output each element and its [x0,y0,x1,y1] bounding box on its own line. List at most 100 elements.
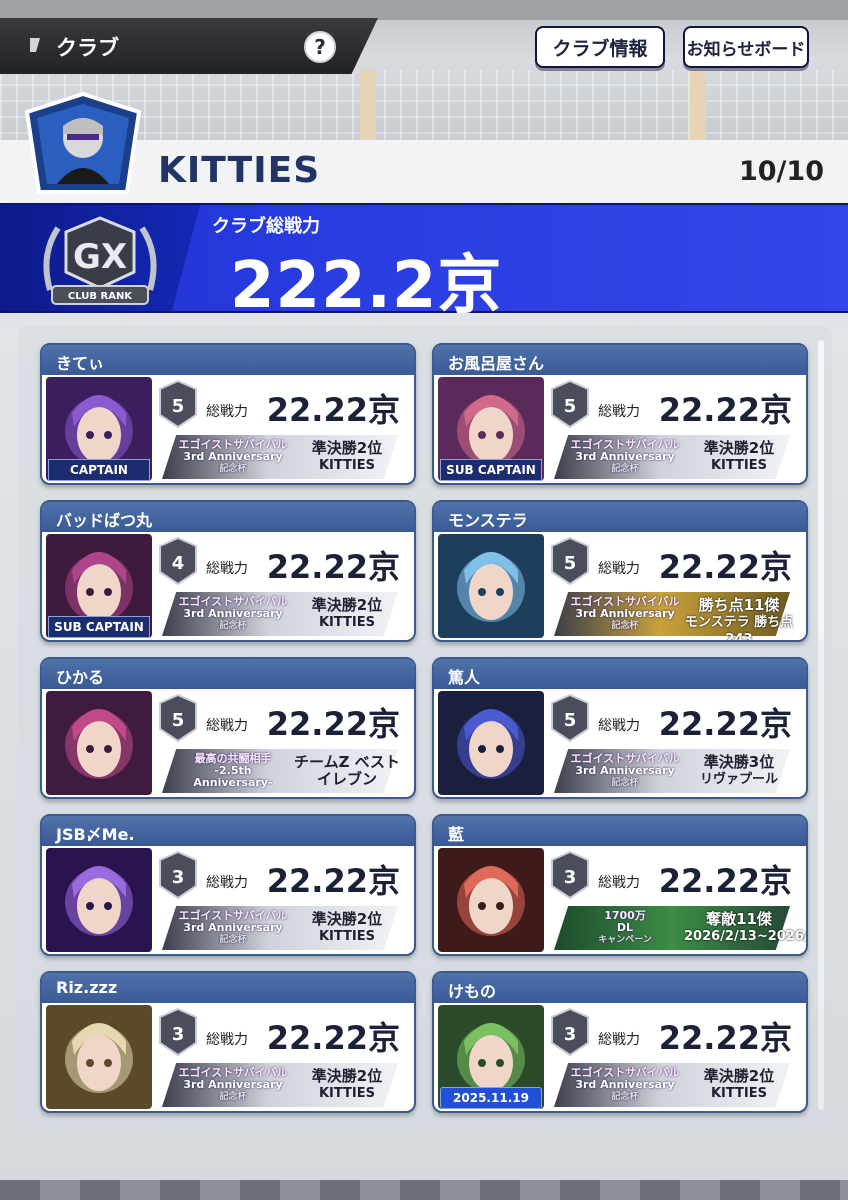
title-plate-result: 準決勝2位 KITTIES [292,1068,402,1106]
background-post [360,70,376,150]
team-rank-badge: 3 [550,1007,590,1057]
title-plate-result: 準決勝2位 KITTIES [684,440,794,478]
team-rank-badge: 5 [550,536,590,586]
member-avatar[interactable] [438,534,544,638]
scrollbar-thumb[interactable] [818,340,824,640]
title-result-line2: KITTIES [318,458,376,473]
member-name: お風呂屋さん [434,345,806,375]
team-rank-value: 5 [564,710,577,731]
team-rank-value: 5 [172,710,185,731]
member-name: ひかる [42,659,414,689]
member-avatar[interactable] [438,691,544,795]
title-event-line2: -2.5th Anniversary- [193,764,273,789]
title-event-line3: 記念杯 [611,778,639,788]
title-result-line2: リヴァプール [699,772,778,787]
member-card[interactable]: 藍 3 総戦力 22.22京 1700万 DL キャンペーン 奪敵11傑 202… [432,814,808,956]
background-beam [0,0,848,20]
member-power-label: 総戦力 [598,561,640,577]
member-card[interactable]: モンステラ 5 総戦力 22.22京 エゴイストサバイバル 3rd Annive… [432,500,808,642]
team-rank-value: 3 [564,1024,577,1045]
title-result-line2: モンステラ 勝ち点243 [684,615,794,642]
title-plate-event: エゴイストサバイバル 3rd Anniversary 記念杯 [570,753,680,791]
title-plate-result: 準決勝2位 KITTIES [292,911,402,949]
team-rank-badge: 3 [158,1007,198,1057]
team-rank-value: 3 [172,1024,185,1045]
title-event-line3: 記念杯 [611,464,639,474]
member-avatar[interactable] [438,848,544,952]
club-name: KITTIES [158,150,321,191]
club-rank-badge: GX CLUB RANK [30,210,170,310]
member-power-value: 22.22京 [266,391,400,429]
title-plate-result: 準決勝2位 KITTIES [292,440,402,478]
title-result-line1: 奪敵11傑 [706,910,772,928]
team-rank-value: 5 [564,396,577,417]
background-post [690,70,706,150]
title-plate-event: エゴイストサバイバル 3rd Anniversary 記念杯 [178,439,288,477]
team-rank-badge: 5 [550,693,590,743]
team-rank-value: 3 [564,867,577,888]
team-rank-badge: 5 [550,379,590,429]
member-role-badge: SUB CAPTAIN [48,616,150,638]
member-avatar[interactable] [46,1005,152,1109]
member-power-label: 総戦力 [206,404,248,420]
title-result-line2: KITTIES [710,1086,768,1101]
title-event-line2: 3rd Anniversary [575,764,675,777]
member-card[interactable]: ひかる 5 総戦力 22.22京 最高の共闘相手 -2.5th Annivers… [40,657,416,799]
title-result-line2: KITTIES [318,929,376,944]
page-title: クラブ [56,32,119,62]
title-plate-event: エゴイストサバイバル 3rd Anniversary 記念杯 [178,910,288,948]
bottom-strip [0,1180,848,1200]
title-plate-event: エゴイストサバイバル 3rd Anniversary 記念杯 [570,596,680,634]
rank-badge-caption: CLUB RANK [68,291,133,302]
title-plate-result: 準決勝3位 リヴァプール [684,754,794,792]
team-rank-badge: 3 [550,850,590,900]
member-power-label: 総戦力 [598,718,640,734]
title-event-line2: 3rd Anniversary [183,1078,283,1091]
title-plate-result: 準決勝2位 KITTIES [684,1068,794,1106]
member-card[interactable]: けもの 2025.11.19 3 総戦力 22.22京 エゴイストサバイバル 3… [432,971,808,1113]
title-result-line1: 勝ち点11傑 [698,596,780,614]
title-event-line3: 記念杯 [219,621,247,631]
title-event-line2: 3rd Anniversary [575,607,675,620]
title-result-line1: チームZ ベストイレブン [294,753,400,788]
member-card[interactable]: お風呂屋さん SUB CAPTAIN 5 総戦力 22.22京 エゴイストサバイ… [432,343,808,485]
team-rank-value: 3 [172,867,185,888]
member-power-value: 22.22京 [658,391,792,429]
member-power-value: 22.22京 [658,548,792,586]
title-event-line3: 記念杯 [219,935,247,945]
title-event-line2: 3rd Anniversary [575,450,675,463]
title-plate-event: エゴイストサバイバル 3rd Anniversary 記念杯 [178,596,288,634]
team-rank-value: 5 [172,396,185,417]
member-card[interactable]: 篤人 5 総戦力 22.22京 エゴイストサバイバル 3rd Anniversa… [432,657,808,799]
member-power-value: 22.22京 [658,705,792,743]
member-power-label: 総戦力 [206,875,248,891]
member-power-label: 総戦力 [598,1032,640,1048]
title-event-line2: 3rd Anniversary [183,921,283,934]
member-card[interactable]: バッドばつ丸 SUB CAPTAIN 4 総戦力 22.22京 エゴイストサバイ… [40,500,416,642]
member-power-label: 総戦力 [206,1032,248,1048]
member-power-label: 総戦力 [206,718,248,734]
club-emblem[interactable] [23,91,143,202]
member-card[interactable]: きてぃ CAPTAIN 5 総戦力 22.22京 エゴイストサバイバル 3rd … [40,343,416,485]
member-name: 篤人 [434,659,806,689]
member-avatar[interactable] [46,848,152,952]
notice-board-button[interactable]: お知らせボード [683,26,809,68]
member-avatar[interactable] [46,691,152,795]
team-rank-value: 4 [172,553,185,574]
member-card[interactable]: Riz.zzz 3 総戦力 22.22京 エゴイストサバイバル 3rd Anni… [40,971,416,1113]
member-power-value: 22.22京 [266,1019,400,1057]
member-card[interactable]: JSB〆Me. 3 総戦力 22.22京 エゴイストサバイバル 3rd Anni… [40,814,416,956]
club-info-button[interactable]: クラブ情報 [535,26,665,68]
title-result-line1: 準決勝2位 [311,439,383,457]
title-plate-result: 勝ち点11傑 モンステラ 勝ち点243 [684,596,794,641]
member-role-badge: CAPTAIN [48,459,150,481]
member-name: バッドばつ丸 [42,502,414,532]
member-name: きてぃ [42,345,414,375]
member-name: けもの [434,973,806,1003]
member-name: Riz.zzz [42,973,414,1003]
help-button[interactable]: ? [304,31,336,63]
title-event-line3: 記念杯 [611,621,639,631]
title-result-line1: 準決勝2位 [703,1067,775,1085]
title-event-line3: 記念杯 [219,464,247,474]
title-event-line3: キャンペーン [598,935,652,945]
